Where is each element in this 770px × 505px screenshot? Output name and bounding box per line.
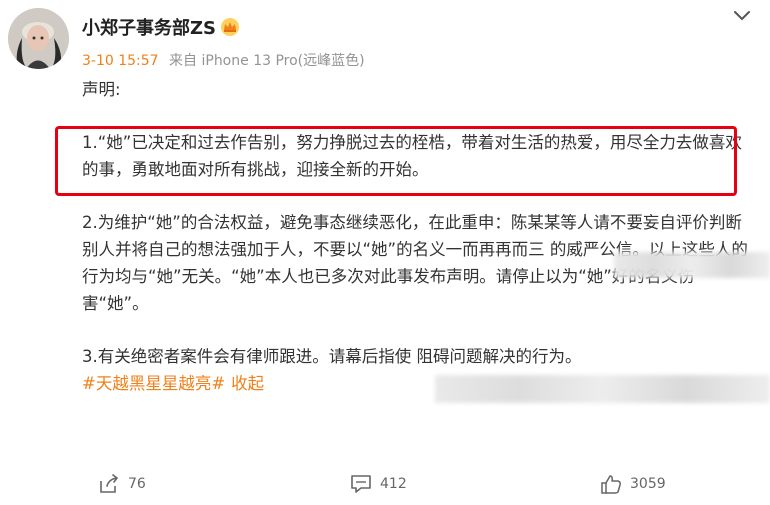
collapse-link[interactable]: 收起 xyxy=(231,374,264,393)
post-heading: 声明: xyxy=(82,80,121,99)
post-time[interactable]: 3-10 15:57 xyxy=(82,53,159,69)
post-source: 来自 iPhone 13 Pro(远峰蓝色) xyxy=(169,53,365,69)
share-icon xyxy=(100,474,119,493)
like-count: 3059 xyxy=(630,476,666,492)
hashtag-link[interactable]: #天越黑星星越亮# xyxy=(82,374,225,393)
share-button[interactable]: 76 xyxy=(98,474,146,494)
redaction-mosaic xyxy=(435,375,770,403)
comment-count: 412 xyxy=(380,476,407,492)
post-content: 声明: 1.“她”已决定和过去作告别，努力挣脱过去的桎梏，带着对生活的热爱，用尽… xyxy=(82,76,758,397)
action-bar: 76 412 3059 xyxy=(0,468,770,504)
comment-icon xyxy=(351,475,371,493)
author-name[interactable]: 小郑子事务部ZS xyxy=(82,14,240,40)
statement-3: 3.有关绝密者案件会有律师跟进。请幕后指使 阻碍问题解决的行为。 xyxy=(82,347,582,366)
chevron-down-icon[interactable] xyxy=(732,8,752,22)
share-count: 76 xyxy=(128,476,146,492)
thumbs-up-icon xyxy=(601,475,621,494)
author-name-text[interactable]: 小郑子事务部ZS xyxy=(82,14,216,40)
post-meta: 3-10 15:57 来自 iPhone 13 Pro(远峰蓝色) xyxy=(82,50,365,70)
redaction-mosaic xyxy=(614,252,770,278)
like-button[interactable]: 3059 xyxy=(600,474,666,494)
statement-1: 1.“她”已决定和过去作告别，努力挣脱过去的桎梏，带着对生活的热爱，用尽全力去做… xyxy=(82,133,742,179)
comment-button[interactable]: 412 xyxy=(350,474,407,494)
vip-crown-icon xyxy=(220,17,240,37)
avatar[interactable] xyxy=(8,8,69,69)
